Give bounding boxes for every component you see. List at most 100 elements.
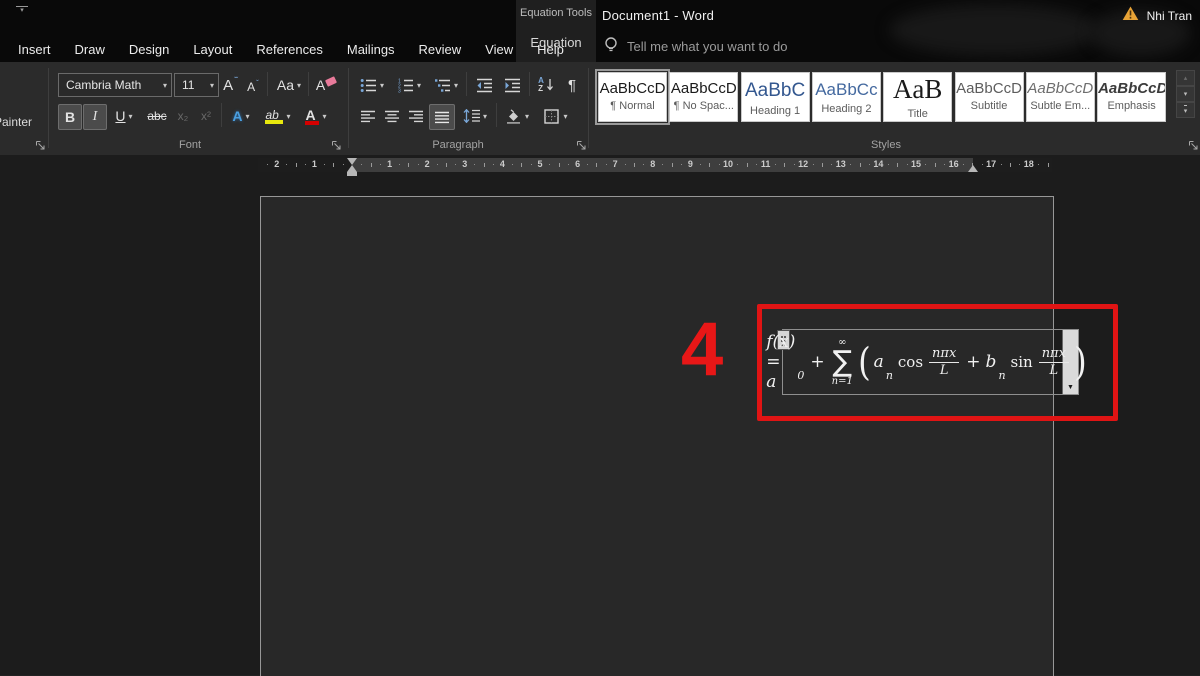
tell-me-search[interactable]: Tell me what you want to do (604, 36, 787, 57)
italic-button[interactable]: I (83, 104, 107, 130)
style-sample: AaBbCcD (670, 80, 737, 97)
tab-draw[interactable]: Draw (63, 42, 117, 57)
font-dialog-launcher-icon[interactable] (331, 140, 342, 151)
chevron-down-icon: ▾ (417, 81, 421, 90)
ruler-dot (286, 164, 287, 165)
tab-help[interactable]: Help (525, 42, 576, 57)
ruler-number: 2 (425, 159, 430, 169)
ruler-dot (361, 164, 362, 165)
increase-indent-button[interactable] (499, 73, 525, 97)
ruler-tick (784, 163, 785, 167)
quick-access-toolbar-more-icon[interactable]: ▾ (16, 6, 28, 14)
styles-scroll-up-icon[interactable]: ▴ (1176, 70, 1195, 86)
show-paragraph-marks-button[interactable]: ¶ (561, 73, 583, 97)
style-card-no-spac[interactable]: AaBbCcD¶ No Spac... (669, 72, 738, 122)
first-line-indent-marker[interactable] (347, 158, 357, 165)
equation-object[interactable]: ▼ f(x) = a0 + ∞ ∑ n=1 ( an cos nπx L + (782, 329, 1079, 395)
style-card-title[interactable]: AaBTitle (883, 72, 952, 122)
font-color-button[interactable]: A ▾ (300, 104, 332, 128)
chevron-down-icon: ▾ (483, 112, 487, 121)
title-bar: ▾ Equation Tools Equation Document1 - Wo… (0, 0, 1200, 62)
numbered-list-button[interactable]: 123 ▾ (394, 73, 424, 97)
paragraph-dialog-launcher-icon[interactable] (576, 140, 587, 151)
bullet-list-button[interactable]: ▾ (357, 73, 387, 97)
borders-button[interactable]: ▾ (538, 104, 574, 128)
shrink-font-button[interactable]: Aˇ (243, 75, 263, 99)
tab-view[interactable]: View (473, 42, 525, 57)
bold-button[interactable]: B (58, 104, 82, 130)
hanging-indent-marker[interactable] (347, 165, 357, 172)
style-card-normal[interactable]: AaBbCcD ¶ Normal (598, 72, 667, 122)
ruler-tick (672, 163, 673, 167)
chevron-down-icon: ▾ (163, 81, 167, 90)
styles-group-label: Styles (836, 139, 936, 151)
svg-text:3: 3 (398, 88, 401, 93)
style-card-subtle-em[interactable]: AaBbCcDSubtle Em... (1026, 72, 1095, 122)
line-spacing-button[interactable]: ▾ (458, 104, 492, 128)
ruler-dot (643, 164, 644, 165)
ruler-dot (380, 164, 381, 165)
clear-formatting-button[interactable]: A (314, 73, 338, 97)
ruler-tick (296, 163, 297, 167)
style-card-emphasis[interactable]: AaBbCcDEmphasis (1097, 72, 1166, 122)
ruler-tick (333, 163, 334, 167)
ruler-dot (512, 164, 513, 165)
style-label: Heading 1 (742, 105, 809, 117)
align-right-button[interactable] (405, 104, 427, 128)
lightbulb-icon (604, 36, 618, 57)
warning-icon[interactable] (1122, 6, 1139, 26)
tab-references[interactable]: References (244, 42, 334, 57)
style-card-heading-2[interactable]: AaBbCcHeading 2 (812, 72, 881, 122)
right-indent-marker[interactable] (968, 165, 978, 172)
ruler-dot (756, 164, 757, 165)
underline-button[interactable]: U▾ (109, 104, 139, 128)
change-case-button[interactable]: Aa▾ (272, 73, 306, 97)
sort-button[interactable]: A Z (533, 73, 559, 97)
style-sample: AaBbCcD (599, 80, 666, 97)
fraction: nπx L (1039, 346, 1069, 378)
style-card-heading-1[interactable]: AaBbCHeading 1 (741, 72, 810, 122)
left-indent-marker[interactable] (347, 172, 357, 176)
tab-mailings[interactable]: Mailings (335, 42, 407, 57)
superscript-button[interactable]: x² (195, 104, 217, 128)
chevron-down-icon: ▾ (322, 112, 326, 121)
styles-dialog-launcher-icon[interactable] (1188, 140, 1199, 151)
tab-review[interactable]: Review (407, 42, 474, 57)
subscript-button[interactable]: x₂ (172, 104, 194, 128)
style-label: Heading 2 (813, 103, 880, 115)
ruler-tick (484, 163, 485, 167)
justify-button[interactable] (429, 104, 455, 130)
shading-button[interactable]: ▾ (501, 104, 533, 128)
ruler-dot (888, 164, 889, 165)
ruler-dot (474, 164, 475, 165)
decrease-indent-button[interactable] (471, 73, 497, 97)
align-left-button[interactable] (357, 104, 379, 128)
multilevel-list-button[interactable]: ▾ (431, 73, 461, 97)
style-card-subtitle[interactable]: AaBbCcDSubtitle (955, 72, 1024, 122)
text-highlight-button[interactable]: ab ▾ (260, 104, 296, 128)
align-center-button[interactable] (381, 104, 403, 128)
ruler-dot (305, 164, 306, 165)
equation-content: f(x) = a0 + ∞ ∑ n=1 ( an cos nπx L + bn … (789, 330, 1060, 394)
text-effects-button[interactable]: A ▾ (226, 104, 256, 128)
tab-design[interactable]: Design (117, 42, 181, 57)
tab-layout[interactable]: Layout (181, 42, 244, 57)
ruler-number: 9 (688, 159, 693, 169)
tab-insert[interactable]: Insert (6, 42, 63, 57)
format-painter-button[interactable]: Painter (0, 110, 32, 134)
grow-font-button[interactable]: Aˇ̌ (219, 73, 241, 97)
font-size-combobox[interactable]: 11▾ (174, 73, 219, 97)
style-label: ¶ Normal (599, 100, 666, 112)
user-account[interactable]: Nhi Tran (1122, 6, 1192, 26)
ruler-number: 5 (537, 159, 542, 169)
ruler-tick (897, 163, 898, 167)
strikethrough-button[interactable]: abc (143, 104, 171, 128)
styles-scroll-down-icon[interactable]: ▾ (1176, 86, 1195, 102)
styles-more-icon[interactable]: ▾ (1176, 102, 1195, 118)
ruler-dot (587, 164, 588, 165)
clipboard-dialog-launcher-icon[interactable] (35, 140, 46, 151)
font-name-combobox[interactable]: Cambria Math▾ (58, 73, 172, 97)
chevron-down-icon: ▾ (454, 81, 458, 90)
ruler-number: 3 (462, 159, 467, 169)
annotation-number: 4 (681, 312, 723, 388)
